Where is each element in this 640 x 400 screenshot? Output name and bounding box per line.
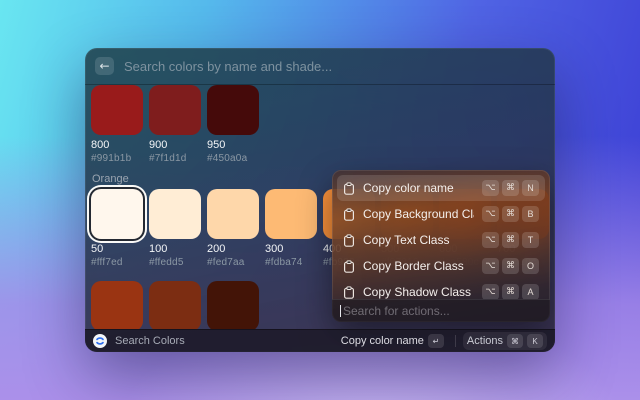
primary-action-button[interactable]: Copy color name ↵ bbox=[337, 332, 448, 350]
letter-key: O bbox=[522, 258, 539, 274]
color-swatch[interactable] bbox=[149, 85, 201, 135]
color-cell[interactable]: 100 #ffedd5 bbox=[149, 189, 201, 269]
color-cell[interactable]: 800 #9a3412 bbox=[91, 281, 143, 329]
command-key: ⌘ bbox=[502, 258, 519, 274]
shortcut-keys: ⌥ ⌘ O bbox=[482, 258, 539, 274]
footer-actions: Copy color name ↵ Actions ⌘ K bbox=[337, 332, 547, 350]
actions-menu: Copy color name ⌥ ⌘ N Copy Background Cl… bbox=[332, 170, 550, 322]
command-key: ⌘ bbox=[502, 284, 519, 299]
shade-hex: #fed7aa bbox=[207, 257, 259, 269]
menu-item-label: Copy Shadow Class bbox=[363, 285, 474, 299]
clipboard-icon bbox=[343, 234, 355, 247]
shade-number: 900 bbox=[149, 139, 201, 152]
shortcut-keys: ⌥ ⌘ B bbox=[482, 206, 539, 222]
footer-bar: Search Colors Copy color name ↵ Actions … bbox=[85, 329, 555, 352]
actions-button-label: Actions bbox=[467, 335, 503, 347]
menu-item-label: Copy Background Class bbox=[363, 207, 474, 221]
menu-item-copy-color-name[interactable]: Copy color name ⌥ ⌘ N bbox=[337, 175, 545, 201]
color-swatch[interactable] bbox=[265, 189, 317, 239]
shade-number: 100 bbox=[149, 243, 201, 256]
color-cell[interactable]: 950 #450a0a bbox=[207, 85, 259, 165]
color-cell[interactable]: 300 #fdba74 bbox=[265, 189, 317, 269]
shade-hex: #7f1d1d bbox=[149, 153, 201, 165]
search-input[interactable] bbox=[124, 59, 545, 74]
actions-search-field[interactable]: Search for actions... bbox=[332, 299, 550, 322]
menu-item-copy-text-class[interactable]: Copy Text Class ⌥ ⌘ T bbox=[337, 227, 545, 253]
shade-number: 50 bbox=[91, 243, 143, 256]
color-cell[interactable]: 900 #7f1d1d bbox=[149, 85, 201, 165]
command-key: ⌘ bbox=[502, 180, 519, 196]
footer-divider bbox=[455, 335, 456, 347]
app-name: Search Colors bbox=[115, 335, 185, 347]
letter-key: T bbox=[522, 232, 539, 248]
shade-hex: #450a0a bbox=[207, 153, 259, 165]
clipboard-icon bbox=[343, 260, 355, 273]
color-swatch[interactable] bbox=[149, 281, 201, 329]
enter-key-icon: ↵ bbox=[428, 334, 444, 348]
color-cell[interactable]: 950 #431407 bbox=[207, 281, 259, 329]
option-key: ⌥ bbox=[482, 284, 499, 299]
shortcut-keys: ⌥ ⌘ N bbox=[482, 180, 539, 196]
app-logo-icon bbox=[93, 334, 107, 348]
command-key: ⌘ bbox=[502, 206, 519, 222]
actions-menu-list: Copy color name ⌥ ⌘ N Copy Background Cl… bbox=[332, 170, 550, 299]
actions-search-placeholder: Search for actions... bbox=[343, 304, 450, 318]
search-colors-window: ← 800 #991b1b 900 #7f1d1d 950 #450a0a Or… bbox=[85, 48, 555, 352]
color-swatch[interactable] bbox=[207, 85, 259, 135]
color-swatch-selected[interactable] bbox=[91, 189, 143, 239]
text-caret bbox=[340, 305, 341, 317]
menu-item-copy-background-class[interactable]: Copy Background Class ⌥ ⌘ B bbox=[337, 201, 545, 227]
shade-number: 300 bbox=[265, 243, 317, 256]
letter-key: A bbox=[522, 284, 539, 299]
red-swatch-row: 800 #991b1b 900 #7f1d1d 950 #450a0a bbox=[91, 85, 549, 165]
menu-item-copy-border-class[interactable]: Copy Border Class ⌥ ⌘ O bbox=[337, 253, 545, 279]
shade-number: 950 bbox=[207, 139, 259, 152]
shade-hex: #fdba74 bbox=[265, 257, 317, 269]
color-cell[interactable]: 800 #991b1b bbox=[91, 85, 143, 165]
color-cell[interactable]: 200 #fed7aa bbox=[207, 189, 259, 269]
menu-item-label: Copy Border Class bbox=[363, 259, 474, 273]
menu-item-label: Copy Text Class bbox=[363, 233, 474, 247]
option-key: ⌥ bbox=[482, 180, 499, 196]
menu-item-copy-shadow-class[interactable]: Copy Shadow Class ⌥ ⌘ A bbox=[337, 279, 545, 299]
actions-menu-button[interactable]: Actions ⌘ K bbox=[463, 332, 547, 350]
shade-hex: #fff7ed bbox=[91, 257, 143, 269]
option-key: ⌥ bbox=[482, 232, 499, 248]
letter-key: N bbox=[522, 180, 539, 196]
option-key: ⌥ bbox=[482, 258, 499, 274]
clipboard-icon bbox=[343, 182, 355, 195]
search-bar: ← bbox=[85, 48, 555, 84]
clipboard-icon bbox=[343, 286, 355, 299]
color-swatch[interactable] bbox=[207, 281, 259, 329]
color-swatch[interactable] bbox=[91, 85, 143, 135]
command-key: ⌘ bbox=[507, 334, 523, 348]
clipboard-icon bbox=[343, 208, 355, 221]
shade-number: 800 bbox=[91, 139, 143, 152]
option-key: ⌥ bbox=[482, 206, 499, 222]
shade-hex: #991b1b bbox=[91, 153, 143, 165]
color-swatch[interactable] bbox=[149, 189, 201, 239]
command-key: ⌘ bbox=[502, 232, 519, 248]
shade-hex: #ffedd5 bbox=[149, 257, 201, 269]
color-cell[interactable]: 900 #7c2d12 bbox=[149, 281, 201, 329]
menu-item-label: Copy color name bbox=[363, 181, 474, 195]
k-key: K bbox=[527, 334, 543, 348]
color-cell[interactable]: 50 #fff7ed bbox=[91, 189, 143, 269]
primary-action-label: Copy color name bbox=[341, 335, 424, 347]
back-button[interactable]: ← bbox=[95, 57, 114, 75]
shortcut-keys: ⌥ ⌘ T bbox=[482, 232, 539, 248]
shade-number: 200 bbox=[207, 243, 259, 256]
color-swatch[interactable] bbox=[207, 189, 259, 239]
shortcut-keys: ⌥ ⌘ A bbox=[482, 284, 539, 299]
color-swatch[interactable] bbox=[91, 281, 143, 329]
letter-key: B bbox=[522, 206, 539, 222]
